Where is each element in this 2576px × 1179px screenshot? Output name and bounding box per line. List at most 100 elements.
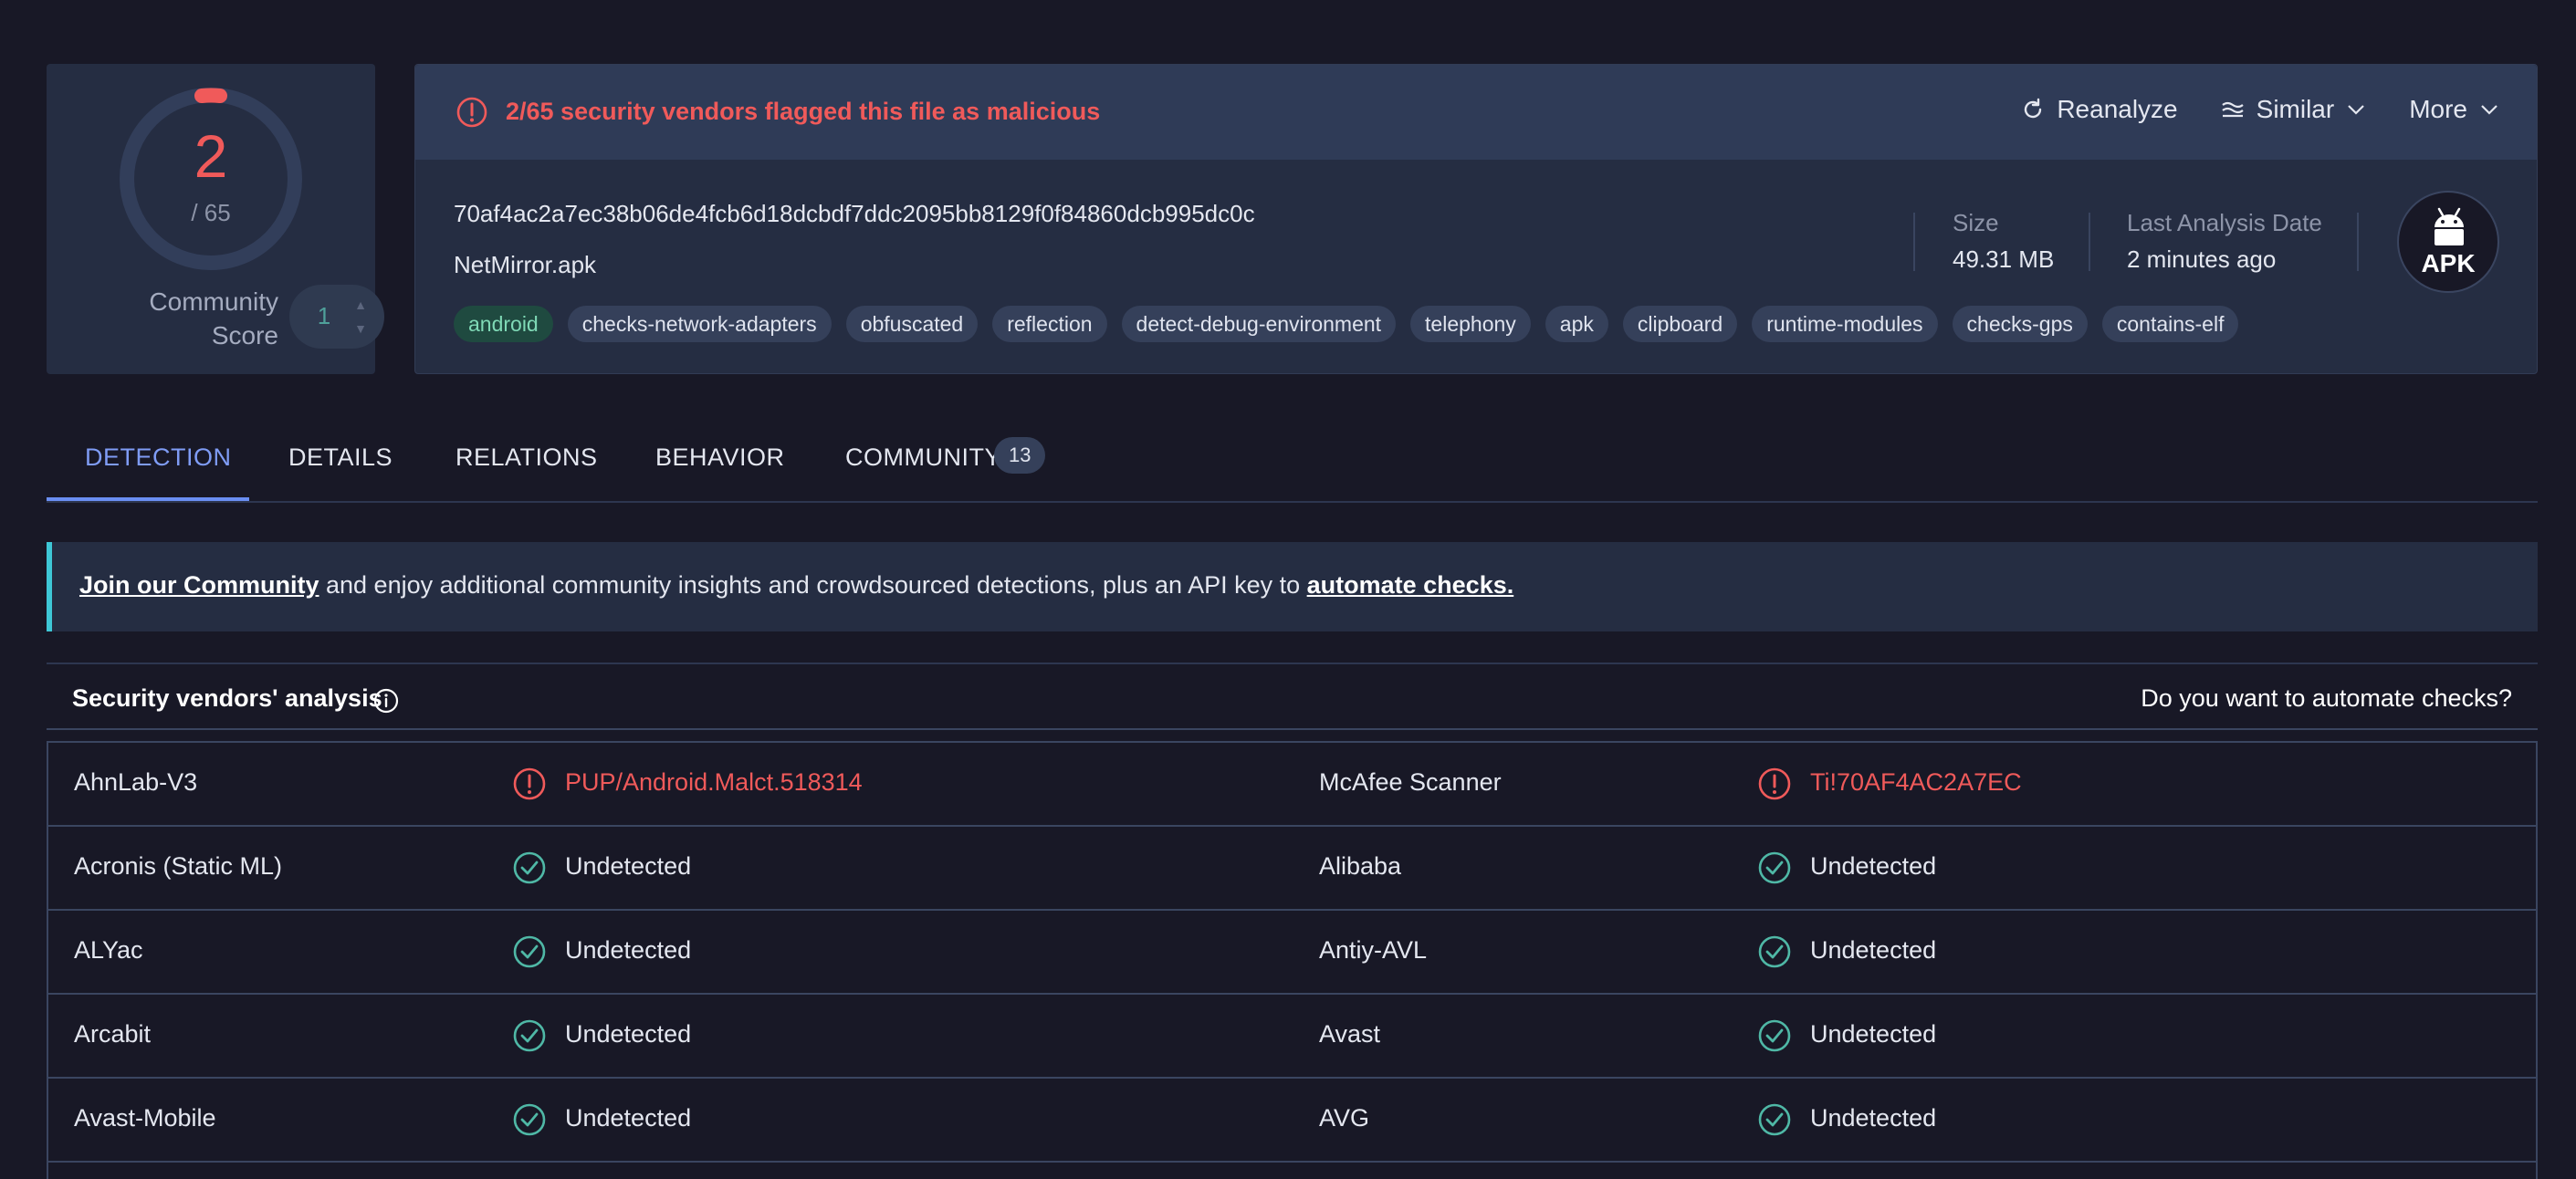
alert-circle-icon bbox=[456, 97, 487, 128]
vendor-result: Undetected bbox=[565, 1104, 692, 1132]
vendors-table: AhnLab-V3 PUP/Android.Malct.518314 McAfe… bbox=[47, 741, 2538, 1179]
vendors-analysis-title: Security vendors' analysis bbox=[72, 684, 382, 712]
vendor-result: Undetected bbox=[565, 1020, 692, 1048]
community-count-badge: 13 bbox=[994, 437, 1046, 474]
vendor-result: Undetected bbox=[565, 852, 692, 880]
check-circle-icon bbox=[1758, 1103, 1791, 1136]
tag[interactable]: apk bbox=[1545, 306, 1608, 342]
community-banner: Join our Community and enjoy additional … bbox=[47, 542, 2538, 631]
divider bbox=[2357, 213, 2359, 271]
tab-behavior[interactable]: BEHAVIOR bbox=[655, 443, 785, 472]
check-circle-icon bbox=[513, 1019, 546, 1052]
file-type-label: APK bbox=[2421, 249, 2476, 277]
vendor-name: Arcabit bbox=[74, 1020, 152, 1048]
banner-text: Join our Community and enjoy additional … bbox=[79, 571, 1513, 600]
alert-circle-icon bbox=[513, 767, 546, 800]
automate-checks-link[interactable]: automate checks. bbox=[1307, 571, 1514, 599]
check-circle-icon bbox=[513, 851, 546, 884]
tab-community[interactable]: COMMUNITY bbox=[845, 443, 1001, 472]
vendor-result: Undetected bbox=[1810, 1104, 1937, 1132]
file-tags: android checks-network-adapters obfuscat… bbox=[454, 306, 2239, 342]
table-row: Arcabit Undetected Avast Undetected bbox=[48, 995, 2536, 1079]
check-circle-icon bbox=[513, 1103, 546, 1136]
vendors-analysis-header: Security vendors' analysis Do you want t… bbox=[47, 663, 2538, 730]
table-row: Acronis (Static ML) Undetected Alibaba U… bbox=[48, 827, 2536, 911]
table-row: Avast-Mobile Undetected AVG Undetected bbox=[48, 1079, 2536, 1163]
check-circle-icon bbox=[1758, 935, 1791, 968]
vendor-name: Acronis (Static ML) bbox=[74, 852, 283, 880]
community-score-value: 1 bbox=[317, 302, 331, 329]
last-analysis-label: Last Analysis Date bbox=[2127, 209, 2322, 236]
automate-checks-prompt[interactable]: Do you want to automate checks? bbox=[2141, 684, 2512, 713]
tab-details[interactable]: DETAILS bbox=[288, 443, 393, 472]
vendor-result: Undetected bbox=[565, 936, 692, 964]
reanalyze-button[interactable]: Reanalyze bbox=[2020, 95, 2178, 124]
active-tab-indicator bbox=[47, 497, 249, 501]
refresh-icon bbox=[2025, 98, 2042, 119]
similar-dropdown[interactable]: Similar bbox=[2220, 95, 2368, 124]
tag[interactable]: contains-elf bbox=[2101, 306, 2239, 342]
last-analysis-value: 2 minutes ago bbox=[2127, 245, 2277, 273]
similar-label: Similar bbox=[2256, 95, 2335, 123]
info-icon[interactable] bbox=[372, 687, 400, 715]
malicious-alert-bar: 2/65 security vendors flagged this file … bbox=[415, 65, 2537, 160]
vendor-name: AhnLab-V3 bbox=[74, 768, 198, 796]
community-score-label: Community Score bbox=[149, 287, 278, 350]
malicious-alert-text: 2/65 security vendors flagged this file … bbox=[506, 98, 1101, 125]
vendor-name: Avast bbox=[1319, 1020, 1381, 1048]
divider bbox=[2089, 213, 2090, 271]
chevron-down-icon bbox=[2481, 105, 2497, 115]
check-circle-icon bbox=[1758, 851, 1791, 884]
apk-file-type-icon: APK bbox=[2397, 191, 2499, 293]
vendor-result: Ti!70AF4AC2A7EC bbox=[1810, 768, 2022, 796]
tag[interactable]: clipboard bbox=[1622, 306, 1738, 342]
table-row: AhnLab-V3 PUP/Android.Malct.518314 McAfe… bbox=[48, 743, 2536, 827]
android-icon bbox=[2435, 207, 2464, 245]
more-dropdown[interactable]: More bbox=[2409, 95, 2500, 124]
chevron-down-icon[interactable]: ▼ bbox=[350, 321, 372, 336]
tag[interactable]: android bbox=[454, 306, 553, 342]
vendor-name: McAfee Scanner bbox=[1319, 768, 1502, 796]
similar-icon bbox=[2221, 101, 2244, 118]
table-row: ALYac Undetected Antiy-AVL Undetected bbox=[48, 911, 2536, 995]
community-score-stepper[interactable]: 1 ▲ ▼ bbox=[289, 285, 384, 349]
chevron-up-icon[interactable]: ▲ bbox=[350, 297, 372, 312]
file-name: NetMirror.apk bbox=[454, 251, 597, 278]
tab-relations[interactable]: RELATIONS bbox=[456, 443, 598, 472]
vendor-name: Avast-Mobile bbox=[74, 1104, 216, 1132]
detection-total: / 65 bbox=[191, 199, 231, 226]
tab-bar: DETECTION DETAILS RELATIONS BEHAVIOR COM… bbox=[47, 425, 2538, 503]
tag[interactable]: telephony bbox=[1410, 306, 1531, 342]
tag[interactable]: detect-debug-environment bbox=[1121, 306, 1397, 342]
check-circle-icon bbox=[1758, 1019, 1791, 1052]
vendor-name: Alibaba bbox=[1319, 852, 1402, 880]
detection-score-card: 2 / 65 Community Score 1 ▲ ▼ bbox=[47, 64, 384, 374]
vendor-result: Undetected bbox=[1810, 852, 1937, 880]
join-community-link[interactable]: Join our Community bbox=[79, 571, 319, 599]
vendor-name: ALYac bbox=[74, 936, 143, 964]
tag[interactable]: checks-gps bbox=[1952, 306, 2088, 342]
size-label: Size bbox=[1953, 209, 1999, 236]
alert-circle-icon bbox=[1758, 767, 1791, 800]
reanalyze-label: Reanalyze bbox=[2057, 95, 2178, 123]
vendor-result: PUP/Android.Malct.518314 bbox=[565, 768, 863, 796]
vendor-name: AVG bbox=[1319, 1104, 1370, 1132]
file-actions: Reanalyze Similar More bbox=[2020, 95, 2500, 124]
file-summary-card: 2/65 security vendors flagged this file … bbox=[414, 64, 2538, 374]
detection-count: 2 bbox=[194, 122, 228, 190]
check-circle-icon bbox=[513, 935, 546, 968]
tag[interactable]: runtime-modules bbox=[1752, 306, 1938, 342]
size-value: 49.31 MB bbox=[1953, 245, 2055, 273]
vendor-name: Antiy-AVL bbox=[1319, 936, 1428, 964]
vendor-result: Undetected bbox=[1810, 1020, 1937, 1048]
banner-body-text: and enjoy additional community insights … bbox=[319, 571, 1307, 599]
tab-detection[interactable]: DETECTION bbox=[85, 443, 232, 472]
tag[interactable]: obfuscated bbox=[845, 306, 979, 342]
file-hash[interactable]: 70af4ac2a7ec38b06de4fcb6d18dcbdf7ddc2095… bbox=[454, 200, 1255, 228]
tag[interactable]: reflection bbox=[992, 306, 1107, 342]
tag[interactable]: checks-network-adapters bbox=[567, 306, 832, 342]
more-label: More bbox=[2409, 95, 2467, 123]
divider bbox=[1913, 213, 1915, 271]
vendor-result: Undetected bbox=[1810, 936, 1937, 964]
chevron-down-icon bbox=[2348, 105, 2364, 115]
